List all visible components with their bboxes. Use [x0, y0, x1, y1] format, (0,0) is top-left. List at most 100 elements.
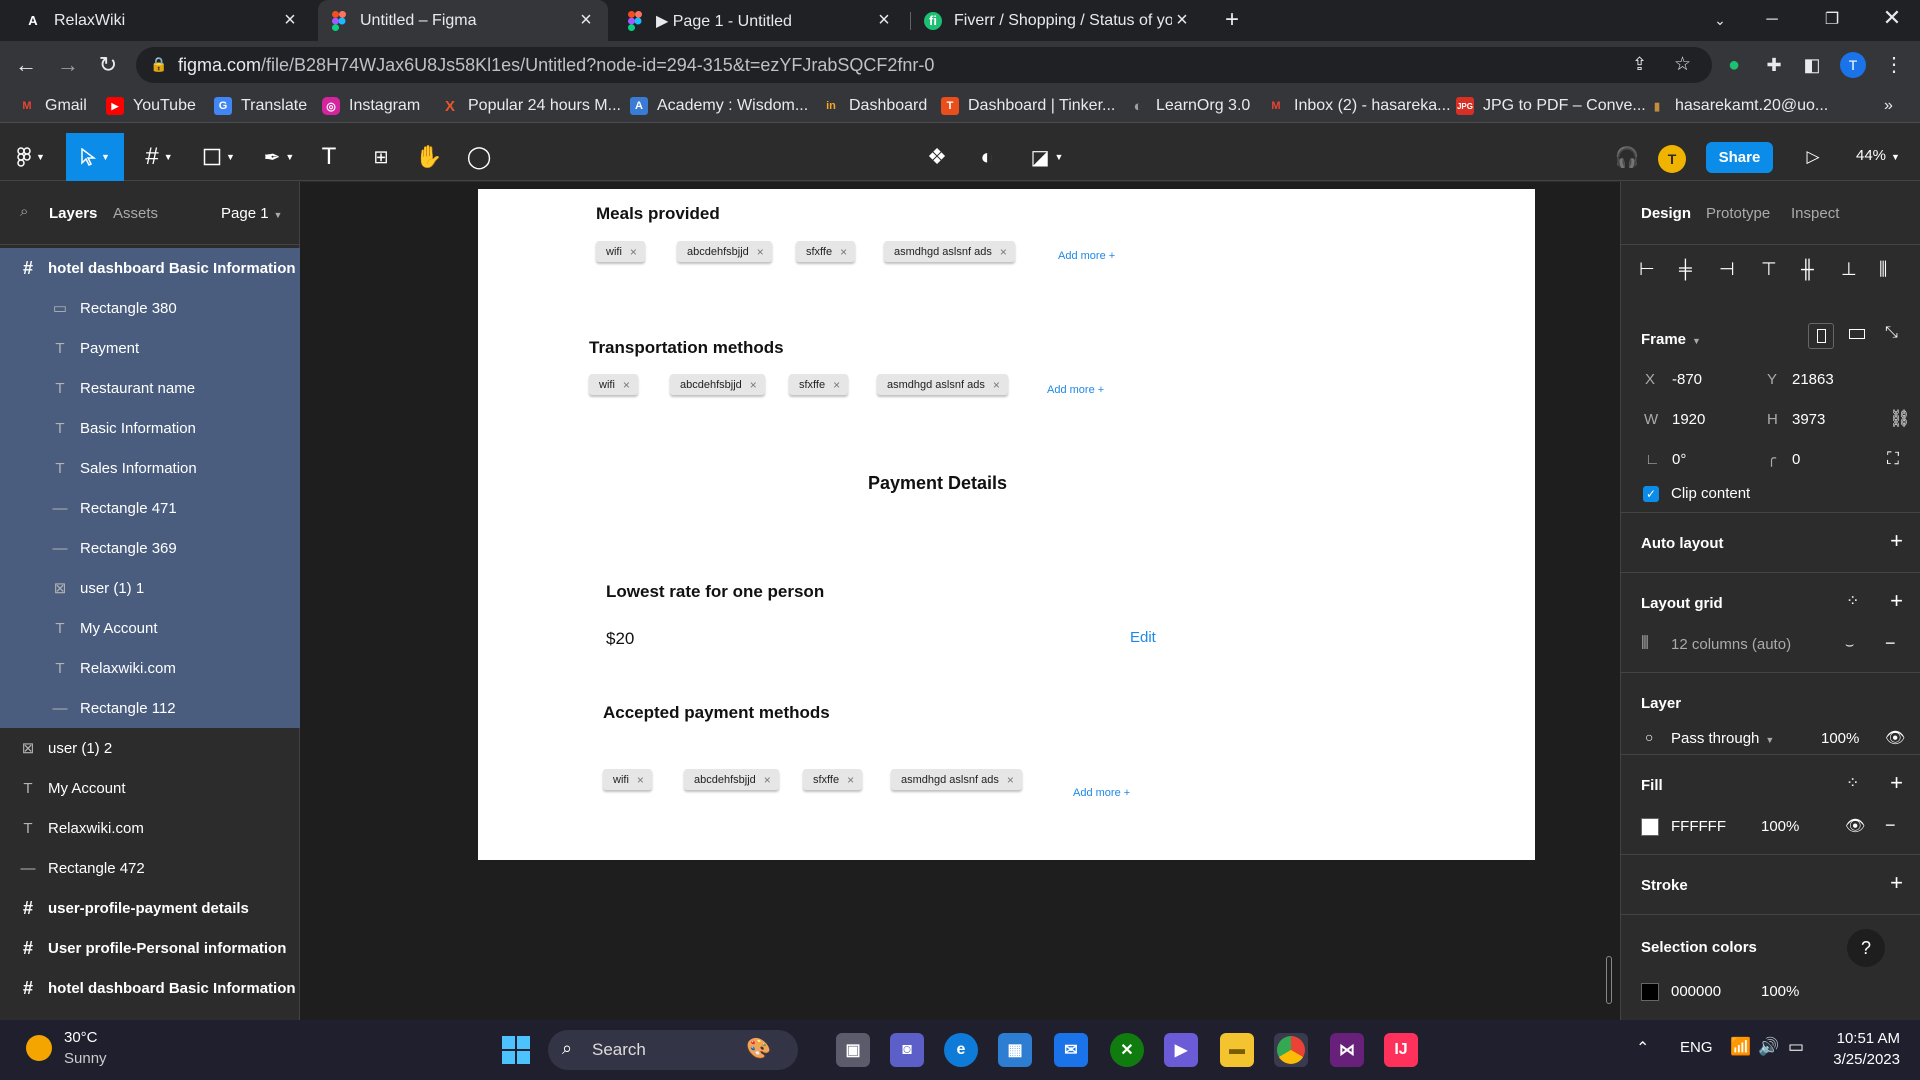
- close-window-button[interactable]: ✕: [1880, 6, 1904, 30]
- fill-styles-icon[interactable]: ⁘: [1846, 773, 1859, 793]
- menu-dots-icon[interactable]: ⋮: [1882, 53, 1906, 77]
- add-grid-plus-icon[interactable]: +: [1890, 588, 1903, 614]
- layer-row[interactable]: T Payment: [0, 328, 300, 368]
- bookmark-dashboard[interactable]: in Dashboard: [822, 95, 927, 117]
- microsoft-store-icon[interactable]: ▦: [998, 1033, 1032, 1067]
- canvas-scrollbar[interactable]: [1606, 956, 1612, 1004]
- user-avatar[interactable]: T: [1658, 145, 1686, 173]
- h-input[interactable]: 3973: [1792, 411, 1825, 428]
- grid-styles-icon[interactable]: ⁘: [1846, 591, 1859, 611]
- layer-row[interactable]: ▭ Rectangle 380: [0, 288, 300, 328]
- constrain-proportions-icon[interactable]: ⛓: [1889, 409, 1911, 429]
- fill-color-swatch[interactable]: [1641, 818, 1659, 836]
- tag-chip[interactable]: asmdhgd aslsnf ads ×: [877, 374, 1008, 395]
- bookmark-academy[interactable]: A Academy : Wisdom...: [630, 95, 808, 117]
- independent-corners-icon[interactable]: ⛶: [1887, 449, 1899, 469]
- minimize-button[interactable]: ─: [1760, 8, 1784, 32]
- layer-row[interactable]: — Rectangle 471: [0, 488, 300, 528]
- bookmark-jpg-to-pdf[interactable]: JPG JPG to PDF – Conve...: [1456, 95, 1646, 117]
- close-tab-icon[interactable]: ×: [280, 9, 300, 32]
- tray-overflow-chevron-icon[interactable]: ⌃: [1636, 1038, 1649, 1058]
- align-bottom-icon[interactable]: ⊥: [1841, 259, 1857, 280]
- resources-tool-button[interactable]: ⊞: [366, 133, 396, 181]
- weather-temp[interactable]: 30°C: [64, 1029, 98, 1046]
- remove-chip-icon[interactable]: ×: [630, 245, 637, 259]
- zoom-dropdown[interactable]: 44% ▼: [1856, 147, 1900, 164]
- sun-weather-icon[interactable]: [26, 1035, 52, 1061]
- tab-prototype[interactable]: Prototype: [1706, 205, 1770, 222]
- mail-icon[interactable]: ✉: [1054, 1033, 1088, 1067]
- tab-assets[interactable]: Assets: [113, 205, 158, 222]
- address-bar[interactable]: 🔒 figma.com/file/B28H74WJax6U8Js58Kl1es/…: [136, 47, 1712, 83]
- grid-hidden-eye-icon[interactable]: ⌣: [1845, 636, 1854, 653]
- layer-row[interactable]: — Rectangle 369: [0, 528, 300, 568]
- tag-chip[interactable]: sfxffe ×: [803, 769, 863, 790]
- add-fill-plus-icon[interactable]: +: [1890, 770, 1903, 796]
- taskbar-search-box[interactable]: ⌕ Search 🎨: [548, 1030, 798, 1070]
- tab-figma-untitled[interactable]: Untitled – Figma ×: [318, 0, 608, 41]
- y-input[interactable]: 21863: [1792, 371, 1834, 388]
- bookmarks-overflow-icon[interactable]: »: [1884, 95, 1893, 117]
- add-stroke-plus-icon[interactable]: +: [1890, 870, 1903, 896]
- remove-chip-icon[interactable]: ×: [1000, 245, 1007, 259]
- layer-row[interactable]: ⊠ user (1) 2: [0, 728, 300, 768]
- clock-time[interactable]: 10:51 AM: [1836, 1030, 1900, 1047]
- radius-input[interactable]: 0: [1792, 451, 1800, 468]
- layer-row[interactable]: T My Account: [0, 768, 300, 808]
- weather-desc[interactable]: Sunny: [64, 1050, 107, 1067]
- teams-chat-icon[interactable]: ◙: [890, 1033, 924, 1067]
- language-indicator[interactable]: ENG: [1680, 1039, 1713, 1056]
- task-view-icon[interactable]: ▣: [836, 1033, 870, 1067]
- remove-grid-minus-icon[interactable]: −: [1885, 633, 1896, 654]
- clip-content-checkbox[interactable]: ✓: [1643, 486, 1659, 502]
- tab-relaxwiki[interactable]: A RelaxWiki ×: [12, 0, 312, 41]
- distribute-icon[interactable]: ⫼: [1879, 259, 1887, 280]
- design-canvas[interactable]: Meals provided wifi × abcdehfsbjjd × sfxffe ×…: [300, 182, 1620, 1020]
- layer-row[interactable]: ⊠ user (1) 1: [0, 568, 300, 608]
- grid-value[interactable]: 12 columns (auto): [1671, 636, 1791, 653]
- profile-avatar[interactable]: T: [1840, 52, 1866, 78]
- tab-design[interactable]: Design: [1641, 205, 1691, 222]
- volume-icon[interactable]: 🔊: [1758, 1037, 1779, 1057]
- boolean-button[interactable]: ◪ ▼: [1024, 133, 1070, 181]
- remove-chip-icon[interactable]: ×: [764, 773, 771, 787]
- align-top-icon[interactable]: ⊤: [1761, 259, 1777, 280]
- reload-icon[interactable]: ↻: [96, 53, 120, 77]
- visual-studio-icon[interactable]: ⋈: [1330, 1033, 1364, 1067]
- remove-chip-icon[interactable]: ×: [750, 378, 757, 392]
- bookmark-youtube[interactable]: ▶ YouTube: [106, 95, 196, 117]
- selection-color-swatch[interactable]: [1641, 983, 1659, 1001]
- tag-chip[interactable]: abcdehfsbjjd ×: [677, 241, 772, 262]
- tab-search-chevron-icon[interactable]: ⌄: [1708, 8, 1732, 32]
- bookmark-hasareka[interactable]: ▮ hasarekamt.20@uo...: [1648, 95, 1828, 117]
- close-tab-icon[interactable]: ×: [576, 9, 596, 32]
- resize-to-fit-icon[interactable]: ⤡: [1885, 324, 1898, 342]
- layer-row[interactable]: — Rectangle 472: [0, 848, 300, 888]
- fill-hex-input[interactable]: FFFFFF: [1671, 818, 1726, 835]
- main-menu-button[interactable]: ▼: [8, 133, 54, 181]
- remove-chip-icon[interactable]: ×: [847, 773, 854, 787]
- extensions-puzzle-icon[interactable]: ✚: [1762, 53, 1786, 77]
- landscape-icon[interactable]: [1849, 329, 1865, 339]
- components-button[interactable]: ❖: [922, 133, 952, 181]
- meals-add-more-link[interactable]: Add more +: [1058, 250, 1115, 262]
- remove-chip-icon[interactable]: ×: [757, 245, 764, 259]
- page-selector[interactable]: Page 1 ▼: [221, 205, 282, 222]
- rotation-input[interactable]: 0°: [1672, 451, 1686, 468]
- tag-chip[interactable]: abcdehfsbjjd ×: [670, 374, 765, 395]
- layer-row[interactable]: T Sales Information: [0, 448, 300, 488]
- align-center-h-icon[interactable]: ╪: [1679, 259, 1692, 280]
- bookmark-star-icon[interactable]: ☆: [1674, 53, 1691, 76]
- tag-chip[interactable]: abcdehfsbjjd ×: [684, 769, 779, 790]
- clock-date[interactable]: 3/25/2023: [1830, 1051, 1900, 1068]
- layer-row[interactable]: T Relaxwiki.com: [0, 808, 300, 848]
- move-tool-button[interactable]: ▼: [66, 133, 124, 181]
- remove-fill-minus-icon[interactable]: −: [1885, 815, 1896, 836]
- media-player-icon[interactable]: ▶: [1164, 1033, 1198, 1067]
- remove-chip-icon[interactable]: ×: [993, 378, 1000, 392]
- accepted-add-more-link[interactable]: Add more +: [1073, 787, 1130, 799]
- remove-chip-icon[interactable]: ×: [637, 773, 644, 787]
- mask-button[interactable]: ◐: [972, 133, 1002, 181]
- audio-button[interactable]: 🎧: [1612, 133, 1642, 181]
- transport-add-more-link[interactable]: Add more +: [1047, 384, 1104, 396]
